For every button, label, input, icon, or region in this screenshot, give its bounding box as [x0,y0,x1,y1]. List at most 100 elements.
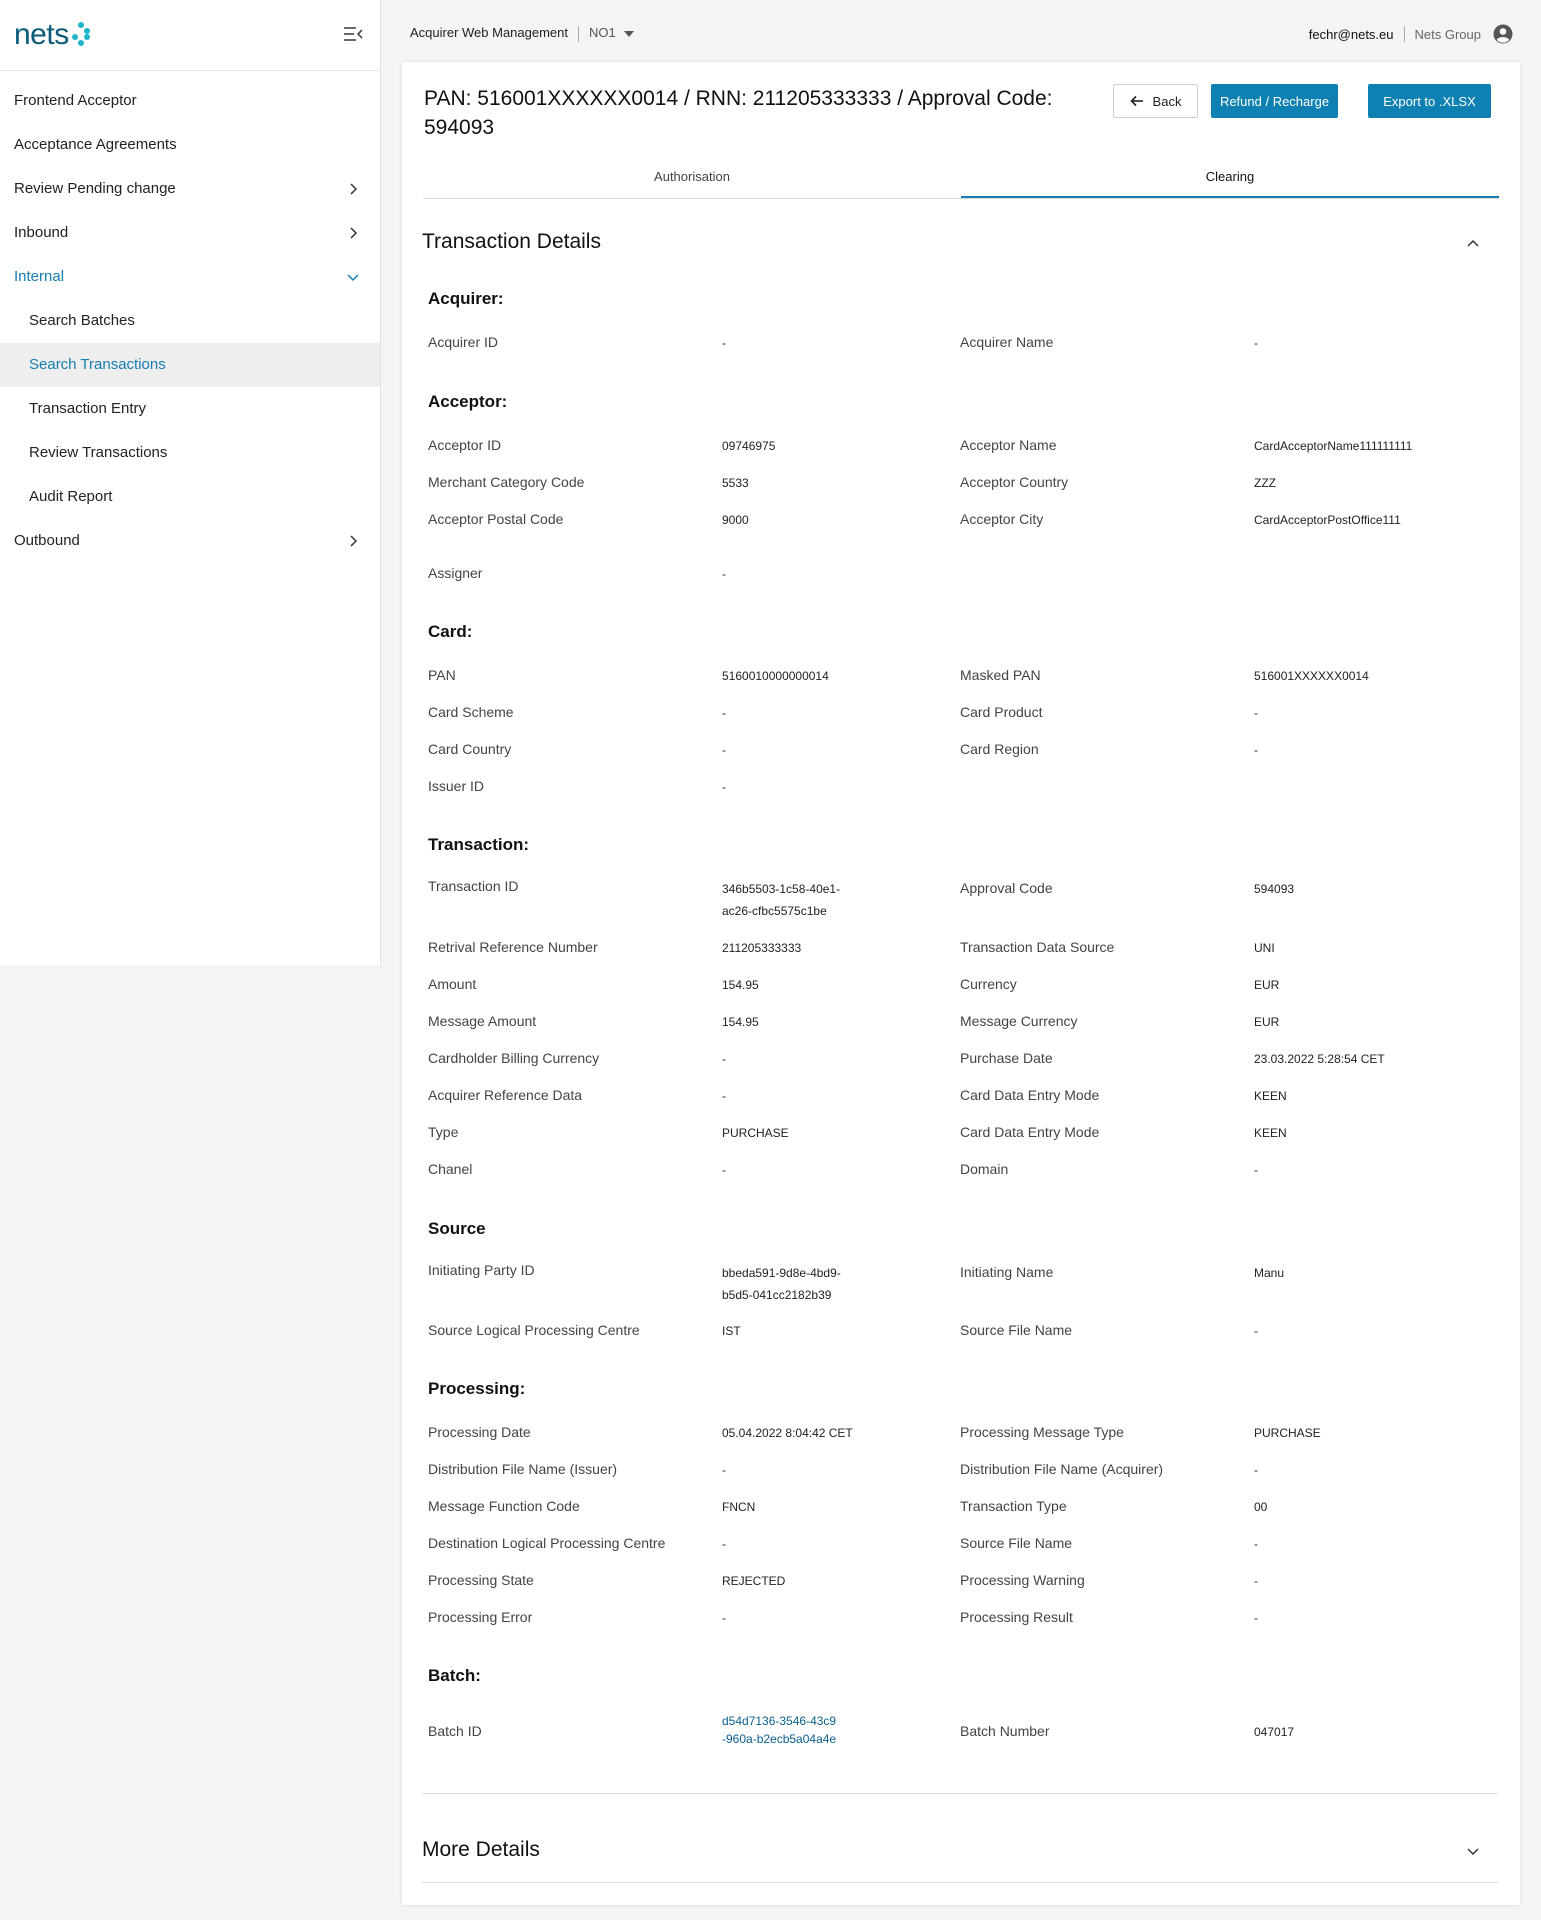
field-label: Type [428,1124,459,1140]
field-value: - [722,567,726,581]
app-title: Acquirer Web Management [410,25,569,40]
logo-dots-icon [71,22,90,46]
value-line: -960a-b2ecb5a04a4e [722,1732,837,1746]
header-separator [1403,26,1405,42]
sidebar-item-frontend-acceptor[interactable]: Frontend Acceptor [0,79,380,123]
field-value: CardAcceptorName111111111 [1254,439,1413,453]
field-label: Processing Warning [960,1572,1085,1588]
field-label: Transaction Data Source [960,939,1115,955]
sidebar-item-acceptance-agreements[interactable]: Acceptance Agreements [0,123,380,167]
field-value: bbeda591-9d8e-4bd9- b5d5-041cc2182b39 [722,1262,841,1306]
sidebar-item-search-transactions[interactable]: Search Transactions [0,343,380,387]
sidebar-item-label: Transaction Entry [29,400,146,417]
field-value: ZZZ [1254,476,1276,490]
group-title-acceptor: Acceptor: [428,392,508,411]
group-title-batch: Batch: [428,1666,481,1685]
sidebar-item-transaction-entry[interactable]: Transaction Entry [0,387,380,431]
sidebar-item-review-pending-change[interactable]: Review Pending change [0,167,380,211]
user-email[interactable]: fechr@nets.eu [1309,27,1394,42]
sidebar-item-label: Search Transactions [29,356,166,373]
field-label: Initiating Name [960,1264,1054,1280]
collapse-menu-icon[interactable] [342,24,364,44]
field-label: Acceptor ID [428,437,502,453]
field-value: - [1254,1463,1258,1477]
transaction-details-header[interactable]: Transaction Details [422,230,1498,254]
field-label: Chanel [428,1161,473,1177]
field-label: Cardholder Billing Currency [428,1050,600,1066]
field-label: Destination Logical Processing Centre [428,1535,666,1551]
value-line: bbeda591-9d8e-4bd9- [722,1266,841,1280]
section-divider [422,1793,1498,1794]
group-title-source: Source [428,1219,486,1238]
field-label: Distribution File Name (Acquirer) [960,1461,1164,1477]
user-area: fechr@nets.eu Nets Group [1309,24,1513,44]
field-label: PAN [428,667,456,683]
field-value: IST [722,1324,741,1338]
sidebar: nets Frontend Acceptor Acceptance Agreem… [0,0,381,965]
field-value: KEEN [1254,1089,1287,1103]
field-label: Source File Name [960,1322,1073,1338]
sidebar-item-outbound[interactable]: Outbound [0,519,380,563]
sidebar-item-audit-report[interactable]: Audit Report [0,475,380,519]
section-divider [422,1882,1498,1883]
field-value: CardAcceptorPostOffice111 [1254,513,1401,527]
environment-dropdown[interactable]: NO1 [589,25,634,40]
field-label: Acceptor Postal Code [428,511,564,527]
field-value: Manu [1254,1266,1285,1280]
chevron-up-icon [1467,239,1479,247]
field-label: Batch ID [428,1723,482,1739]
field-label: Processing Error [428,1609,533,1625]
field-label: Distribution File Name (Issuer) [428,1461,618,1477]
sidebar-item-label: Inbound [14,224,69,241]
sidebar-item-label: Audit Report [29,488,113,505]
export-xlsx-button[interactable]: Export to .XLSX [1368,84,1491,118]
sidebar-item-internal[interactable]: Internal [0,255,380,299]
group-title-acquirer: Acquirer: [428,289,504,308]
sidebar-item-label: Review Pending change [14,180,176,197]
tab-authorisation[interactable]: Authorisation [423,155,961,198]
field-value: 09746975 [722,439,776,453]
field-value: - [1254,1537,1258,1551]
field-value: - [1254,1611,1258,1625]
nets-logo[interactable]: nets [14,18,90,52]
field-label: Amount [428,976,477,992]
sidebar-item-review-transactions[interactable]: Review Transactions [0,431,380,475]
tab-clearing[interactable]: Clearing [961,155,1499,198]
back-button[interactable]: Back [1113,84,1198,118]
field-value: - [722,1611,726,1625]
field-value: 154.95 [722,1015,759,1029]
transaction-card: PAN: 516001XXXXXX0014 / RNN: 21120533333… [402,62,1520,1905]
field-value: REJECTED [722,1574,786,1588]
field-label: Acquirer Name [960,334,1054,350]
arrow-left-icon [1129,95,1143,107]
field-label: Retrival Reference Number [428,939,598,955]
field-value: UNI [1254,941,1275,955]
field-label: Card Country [428,741,512,757]
organization-label: Nets Group [1414,26,1481,42]
sidebar-item-label: Search Batches [29,312,135,329]
field-value: - [722,743,726,757]
field-value: - [1254,1324,1258,1338]
app-header: Acquirer Web Management NO1 [410,25,634,42]
field-label: Approval Code [960,880,1053,896]
field-label: Message Function Code [428,1498,580,1514]
logo-text: nets [14,18,69,51]
field-value: 346b5503-1c58-40e1- ac26-cfbc5575c1be [722,878,840,922]
brand-row: nets [0,0,380,71]
field-value: PURCHASE [722,1126,789,1140]
field-label: Processing Result [960,1609,1073,1625]
field-label: Merchant Category Code [428,474,585,490]
batch-id-link[interactable]: d54d7136-3546-43c9 -960a-b2ecb5a04a4e [722,1712,836,1748]
refund-recharge-button[interactable]: Refund / Recharge [1211,84,1338,118]
sidebar-item-label: Acceptance Agreements [14,136,177,153]
field-label: Acquirer ID [428,334,499,350]
sidebar-item-search-batches[interactable]: Search Batches [0,299,380,343]
field-label: Processing State [428,1572,534,1588]
field-value: - [1254,336,1258,350]
user-avatar-icon[interactable] [1493,24,1513,44]
field-value: KEEN [1254,1126,1287,1140]
group-title-transaction: Transaction: [428,835,530,854]
field-label: Source File Name [960,1535,1073,1551]
more-details-header[interactable]: More Details [422,1838,1498,1862]
sidebar-item-inbound[interactable]: Inbound [0,211,380,255]
